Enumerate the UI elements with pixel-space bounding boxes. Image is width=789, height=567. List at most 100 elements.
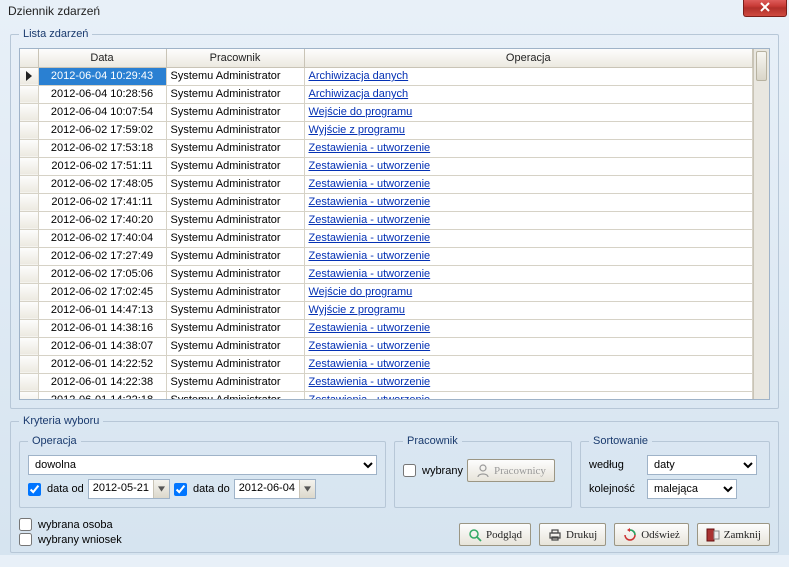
print-button-label: Drukuj [566,529,597,541]
date-from-checkbox[interactable] [28,483,41,496]
refresh-icon [623,528,637,542]
sort-by-select[interactable]: daty [647,455,757,475]
window-title: Dziennik zdarzeń [8,4,100,18]
operation-link[interactable]: Zestawienia - utworzenie [309,340,431,352]
operation-link[interactable]: Wyjście z programu [309,304,405,316]
table-row[interactable]: 2012-06-02 17:27:49Systemu Administrator… [20,247,753,265]
list-legend: Lista zdarzeń [19,28,92,40]
preview-button[interactable]: Podgląd [459,523,531,546]
cell-operation: Zestawienia - utworzenie [304,247,753,265]
header-indicator[interactable] [20,49,38,67]
row-indicator [20,193,38,211]
selected-person-row[interactable]: wybrana osoba [19,518,122,531]
row-indicator [20,121,38,139]
date-to-dropdown-button[interactable] [299,480,315,498]
cell-worker: Systemu Administrator [166,373,304,391]
exit-icon [706,528,720,542]
table-row[interactable]: 2012-06-01 14:38:16Systemu Administrator… [20,319,753,337]
table-row[interactable]: 2012-06-02 17:41:11Systemu Administrator… [20,193,753,211]
table-row[interactable]: 2012-06-02 17:51:11Systemu Administrator… [20,157,753,175]
cell-date: 2012-06-02 17:59:02 [38,121,166,139]
list-group: Lista zdarzeń Data Pracownik Operacja [10,28,779,409]
table-row[interactable]: 2012-06-02 17:48:05Systemu Administrator… [20,175,753,193]
close-window-button-label: Zamknij [724,529,761,541]
selected-person-checkbox[interactable] [19,518,32,531]
worker-selected-checkbox[interactable] [403,464,416,477]
cell-worker: Systemu Administrator [166,157,304,175]
date-to-checkbox[interactable] [174,483,187,496]
workers-button[interactable]: Pracownicy [467,459,555,482]
worker-group: Pracownik wybrany Pracownicy [394,435,572,508]
operation-link[interactable]: Zestawienia - utworzenie [309,394,431,399]
table-row[interactable]: 2012-06-04 10:29:43Systemu Administrator… [20,67,753,85]
operation-link[interactable]: Zestawienia - utworzenie [309,142,431,154]
table-row[interactable]: 2012-06-02 17:53:18Systemu Administrator… [20,139,753,157]
selected-request-checkbox[interactable] [19,533,32,546]
table-row[interactable]: 2012-06-02 17:40:04Systemu Administrator… [20,229,753,247]
date-from-dropdown-button[interactable] [153,480,169,498]
date-from-picker[interactable]: 2012-05-21 [88,479,170,499]
table-row[interactable]: 2012-06-02 17:02:45Systemu Administrator… [20,283,753,301]
row-indicator [20,139,38,157]
row-indicator [20,103,38,121]
table-row[interactable]: 2012-06-02 17:59:02Systemu Administrator… [20,121,753,139]
person-icon [476,464,490,478]
operation-link[interactable]: Zestawienia - utworzenie [309,376,431,388]
cell-date: 2012-06-04 10:28:56 [38,85,166,103]
table-row[interactable]: 2012-06-01 14:47:13Systemu Administrator… [20,301,753,319]
cell-date: 2012-06-01 14:22:18 [38,391,166,399]
sort-by-label: według [589,459,641,471]
operation-select[interactable]: dowolna [28,455,377,475]
scrollbar-thumb[interactable] [756,51,767,81]
cell-worker: Systemu Administrator [166,121,304,139]
date-to-label[interactable]: data do [193,483,230,495]
operation-link[interactable]: Zestawienia - utworzenie [309,232,431,244]
close-window-button[interactable]: Zamknij [697,523,770,546]
operation-link[interactable]: Archiwizacja danych [309,70,409,82]
date-to-picker[interactable]: 2012-06-04 [234,479,316,499]
date-from-label[interactable]: data od [47,483,84,495]
event-table[interactable]: Data Pracownik Operacja 2012-06-04 10:29… [20,49,753,399]
cell-date: 2012-06-01 14:22:38 [38,373,166,391]
operation-link[interactable]: Zestawienia - utworzenie [309,358,431,370]
table-row[interactable]: 2012-06-04 10:07:54Systemu Administrator… [20,103,753,121]
cell-worker: Systemu Administrator [166,301,304,319]
criteria-group: Kryteria wyboru Operacja dowolna data od… [10,415,779,553]
table-row[interactable]: 2012-06-01 14:38:07Systemu Administrator… [20,337,753,355]
print-button[interactable]: Drukuj [539,523,606,546]
operation-link[interactable]: Zestawienia - utworzenie [309,178,431,190]
cell-operation: Wyjście z programu [304,301,753,319]
table-row[interactable]: 2012-06-02 17:40:20Systemu Administrator… [20,211,753,229]
operation-link[interactable]: Wyjście z programu [309,124,405,136]
cell-operation: Zestawienia - utworzenie [304,193,753,211]
operation-link[interactable]: Zestawienia - utworzenie [309,214,431,226]
table-row[interactable]: 2012-06-01 14:22:18Systemu Administrator… [20,391,753,399]
cell-operation: Zestawienia - utworzenie [304,229,753,247]
cell-operation: Zestawienia - utworzenie [304,337,753,355]
cell-date: 2012-06-01 14:47:13 [38,301,166,319]
table-row[interactable]: 2012-06-04 10:28:56Systemu Administrator… [20,85,753,103]
refresh-button[interactable]: Odśwież [614,523,689,546]
operation-link[interactable]: Zestawienia - utworzenie [309,322,431,334]
header-date[interactable]: Data [38,49,166,67]
operation-link[interactable]: Zestawienia - utworzenie [309,160,431,172]
vertical-scrollbar[interactable] [753,49,769,399]
operation-link[interactable]: Zestawienia - utworzenie [309,268,431,280]
refresh-button-label: Odśwież [641,529,680,541]
table-row[interactable]: 2012-06-02 17:05:06Systemu Administrator… [20,265,753,283]
sort-order-select[interactable]: malejąca [647,479,737,499]
operation-link[interactable]: Wejście do programu [309,286,413,298]
header-operation[interactable]: Operacja [304,49,753,67]
cell-date: 2012-06-02 17:05:06 [38,265,166,283]
selected-request-row[interactable]: wybrany wniosek [19,533,122,546]
worker-selected-label[interactable]: wybrany [422,465,463,477]
table-row[interactable]: 2012-06-01 14:22:38Systemu Administrator… [20,373,753,391]
operation-link[interactable]: Zestawienia - utworzenie [309,196,431,208]
table-row[interactable]: 2012-06-01 14:22:52Systemu Administrator… [20,355,753,373]
operation-link[interactable]: Archiwizacja danych [309,88,409,100]
header-worker[interactable]: Pracownik [166,49,304,67]
operation-link[interactable]: Zestawienia - utworzenie [309,250,431,262]
close-button[interactable] [743,0,787,17]
operation-link[interactable]: Wejście do programu [309,106,413,118]
operation-legend: Operacja [28,435,81,447]
